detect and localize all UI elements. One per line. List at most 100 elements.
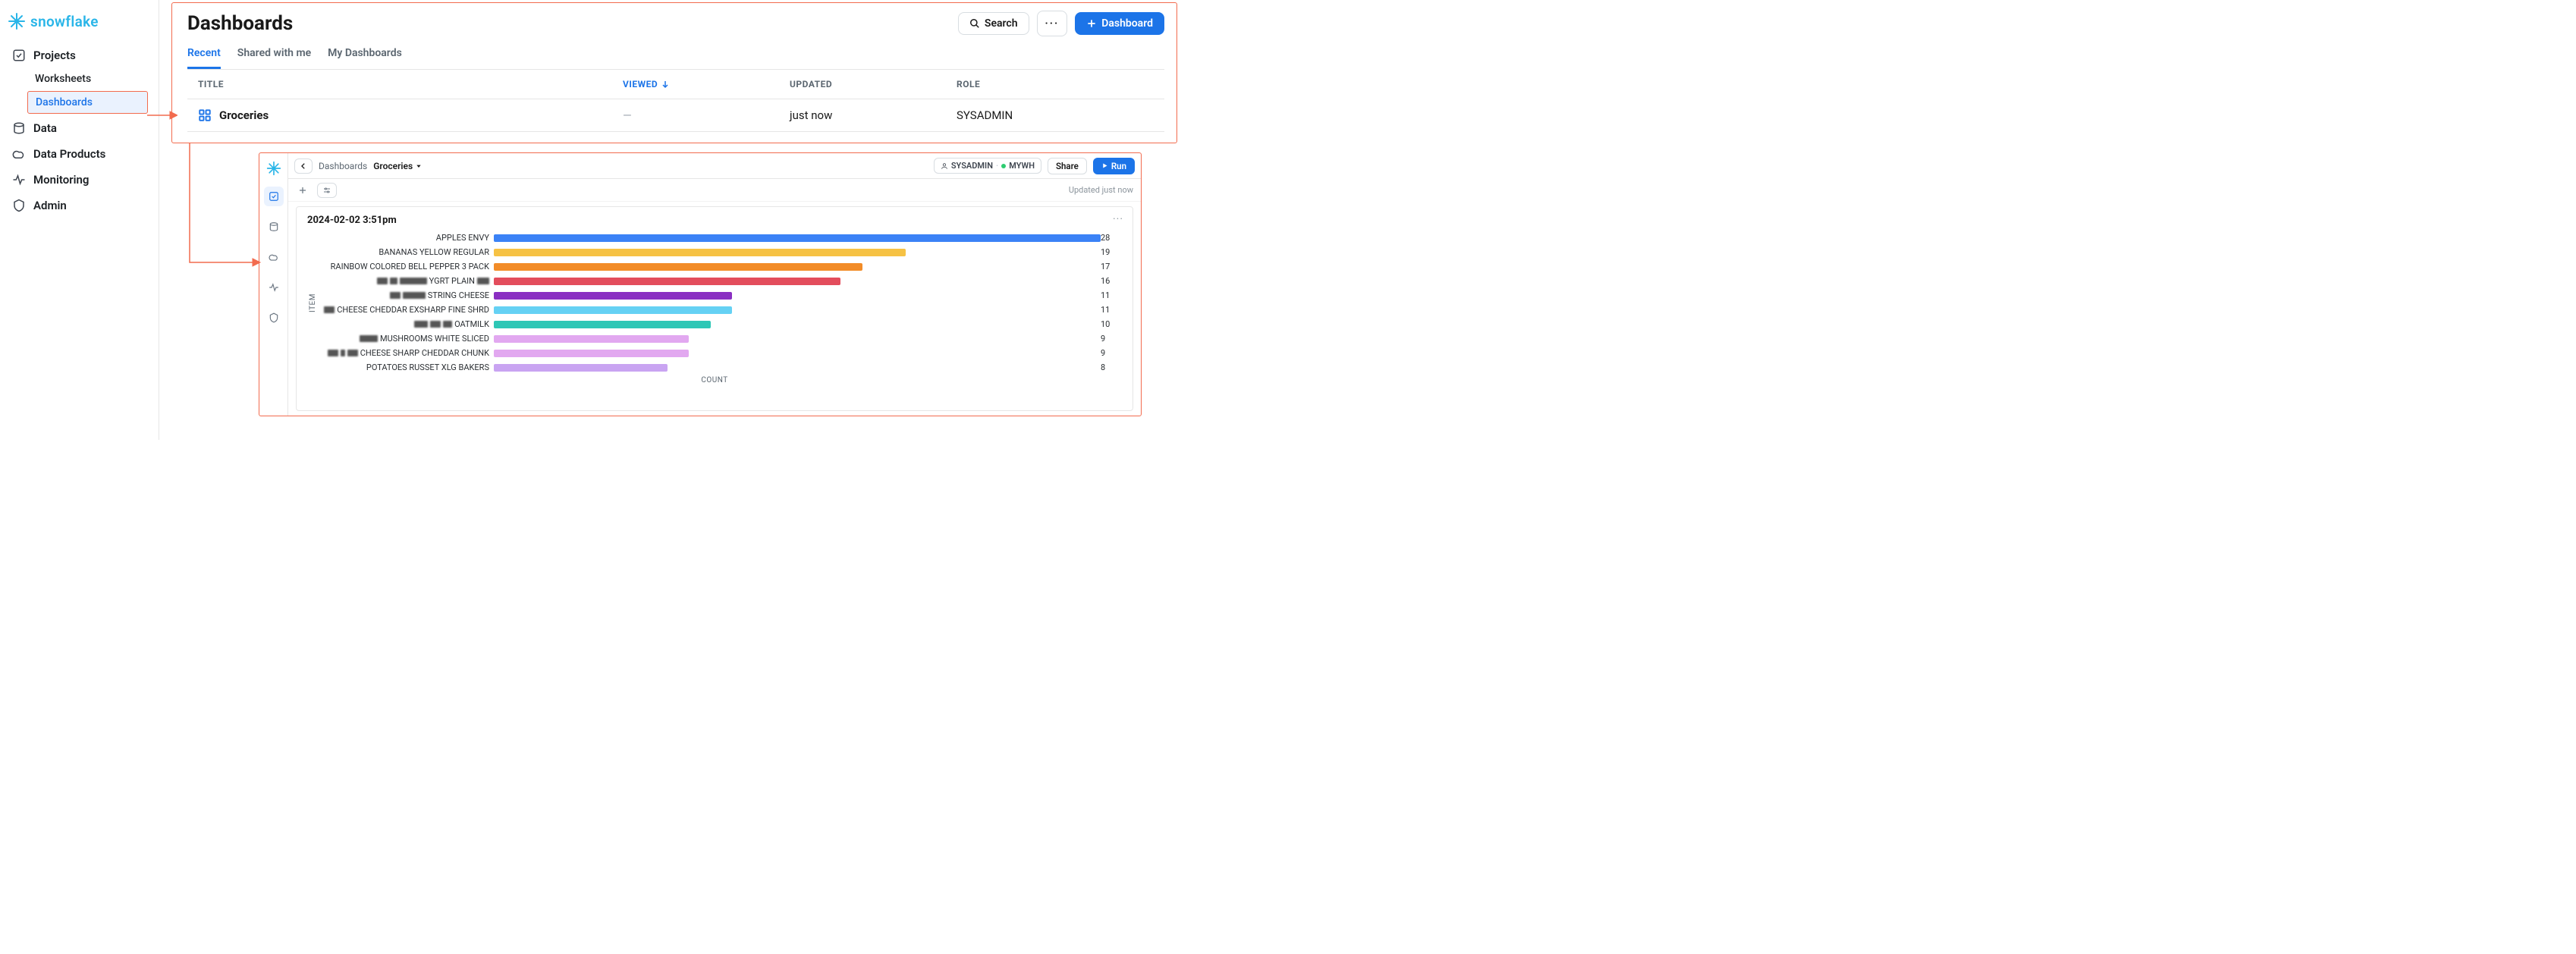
dashboard-toolbar: Updated just now	[288, 179, 1141, 202]
sidebar-item-projects[interactable]: Projects	[0, 42, 159, 68]
sidebar-item-label: Monitoring	[33, 173, 89, 187]
updated-text: Updated just now	[1069, 185, 1133, 195]
mini-sidebar	[259, 153, 288, 416]
mini-projects-icon[interactable]	[264, 187, 284, 206]
play-icon	[1101, 162, 1108, 169]
monitoring-icon	[12, 173, 26, 187]
more-icon: ···	[1045, 17, 1060, 30]
bar-chart: ITEM APPLES ENVY BANANAS YELLOW REGULAR RA…	[307, 231, 1122, 375]
run-button[interactable]: Run	[1093, 158, 1135, 174]
breadcrumb-parent[interactable]: Dashboards	[319, 161, 367, 171]
status-dot-icon	[1001, 164, 1006, 168]
bar-segment[interactable]	[494, 263, 862, 271]
tab-shared-with-me[interactable]: Shared with me	[237, 47, 311, 69]
bar-value: 9	[1101, 334, 1105, 344]
col-viewed[interactable]: VIEWED	[623, 79, 790, 89]
row-title-text: Groceries	[219, 108, 269, 122]
dashboard-header: Dashboards Groceries SYSADMIN · MYWH Sha…	[288, 153, 1141, 179]
sidebar-item-data[interactable]: Data	[0, 115, 159, 141]
dashboard-icon	[198, 108, 212, 122]
add-tile-button[interactable]	[296, 184, 309, 197]
y-axis-label: ITEM	[309, 293, 317, 312]
dashboards-panel: Dashboards Search ··· Dashboard Recent S…	[171, 2, 1177, 143]
row-updated: just now	[790, 108, 957, 122]
dashboard-row[interactable]: Groceries — just now SYSADMIN	[187, 99, 1164, 132]
bar-value: 19	[1101, 247, 1110, 257]
back-button[interactable]	[294, 158, 313, 174]
bar-value: 11	[1101, 290, 1110, 300]
more-menu-button[interactable]: ···	[1037, 11, 1068, 36]
col-role[interactable]: ROLE	[957, 79, 1154, 89]
bar-segment[interactable]	[494, 335, 689, 343]
breadcrumb-current[interactable]: Groceries	[373, 161, 422, 171]
snowflake-icon[interactable]	[266, 161, 281, 176]
chevron-down-icon	[416, 163, 422, 169]
bar-value: 28	[1101, 233, 1110, 243]
search-icon	[969, 18, 980, 29]
dashboard-view-panel: Dashboards Groceries SYSADMIN · MYWH Sha…	[259, 152, 1142, 416]
brand-logo[interactable]: snowflake	[0, 9, 159, 42]
data-icon	[12, 121, 26, 135]
list-header: TITLE VIEWED UPDATED ROLE	[187, 70, 1164, 99]
sidebar-item-label: Data Products	[33, 147, 105, 161]
bar-segment[interactable]	[494, 292, 732, 300]
bar-label: OATMILK	[318, 319, 494, 329]
col-title[interactable]: TITLE	[198, 79, 623, 89]
mini-data-icon[interactable]	[264, 217, 284, 237]
search-label: Search	[985, 17, 1018, 30]
plus-icon	[298, 186, 307, 195]
bar-value: 16	[1101, 276, 1110, 286]
user-icon	[941, 162, 948, 170]
bar-segment[interactable]	[494, 364, 668, 372]
bar-segment[interactable]	[494, 350, 689, 357]
sidebar-item-label: Projects	[33, 49, 76, 62]
bar-value: 8	[1101, 362, 1105, 372]
sort-down-icon	[661, 80, 670, 89]
bar-segment[interactable]	[494, 249, 906, 256]
new-dashboard-label: Dashboard	[1101, 17, 1153, 30]
col-updated[interactable]: UPDATED	[790, 79, 957, 89]
search-button[interactable]: Search	[958, 12, 1029, 35]
sidebar-item-label: Data	[33, 121, 57, 135]
sidebar-sub-worksheets[interactable]: Worksheets	[0, 68, 159, 89]
bar-label: STRING CHEESE	[318, 290, 494, 300]
bar-segment[interactable]	[494, 234, 1101, 242]
dashboards-tabs: Recent Shared with me My Dashboards	[187, 47, 1164, 70]
filter-icon	[322, 186, 331, 195]
bar-label: MUSHROOMS WHITE SLICED	[318, 334, 494, 344]
filter-button[interactable]	[317, 183, 337, 198]
sidebar-item-admin[interactable]: Admin	[0, 193, 159, 218]
row-role: SYSADMIN	[957, 108, 1154, 122]
bar-label: YGRT PLAIN	[318, 276, 494, 286]
bar-label: RAINBOW COLORED BELL PEPPER 3 PACK	[318, 262, 494, 271]
bar-segment[interactable]	[494, 321, 711, 328]
bar-label: POTATOES RUSSET XLG BAKERS	[318, 362, 494, 372]
bar-label: BANANAS YELLOW REGULAR	[318, 247, 494, 257]
tile-title: 2024-02-02 3:51pm	[307, 215, 1122, 226]
bar-label: CHEESE SHARP CHEDDAR CHUNK	[318, 348, 494, 358]
bar-value: 9	[1101, 348, 1105, 358]
bar-segment[interactable]	[494, 278, 840, 285]
bar-label: APPLES ENVY	[318, 233, 494, 243]
bar-value: 10	[1101, 319, 1110, 329]
tile-more-menu[interactable]: ···	[1113, 213, 1123, 225]
mini-admin-icon[interactable]	[264, 308, 284, 328]
role-warehouse-pill[interactable]: SYSADMIN · MYWH	[934, 158, 1041, 174]
brand-text: snowflake	[30, 13, 99, 30]
x-axis-label: COUNT	[307, 376, 1122, 384]
chart-tile: 2024-02-02 3:51pm ··· ITEM APPLES ENVY BA…	[296, 206, 1133, 411]
mini-data-products-icon[interactable]	[264, 247, 284, 267]
tab-recent[interactable]: Recent	[187, 47, 221, 69]
bar-value: 11	[1101, 305, 1110, 315]
new-dashboard-button[interactable]: Dashboard	[1075, 12, 1164, 35]
admin-icon	[12, 199, 26, 212]
annotation-arrow	[186, 143, 262, 272]
tab-my-dashboards[interactable]: My Dashboards	[328, 47, 402, 69]
mini-monitoring-icon[interactable]	[264, 278, 284, 297]
sidebar-item-data-products[interactable]: Data Products	[0, 141, 159, 167]
bar-segment[interactable]	[494, 306, 732, 314]
projects-icon	[12, 49, 26, 62]
share-button[interactable]: Share	[1048, 158, 1087, 174]
sidebar-item-monitoring[interactable]: Monitoring	[0, 167, 159, 193]
sidebar-sub-dashboards[interactable]: Dashboards	[27, 91, 148, 114]
